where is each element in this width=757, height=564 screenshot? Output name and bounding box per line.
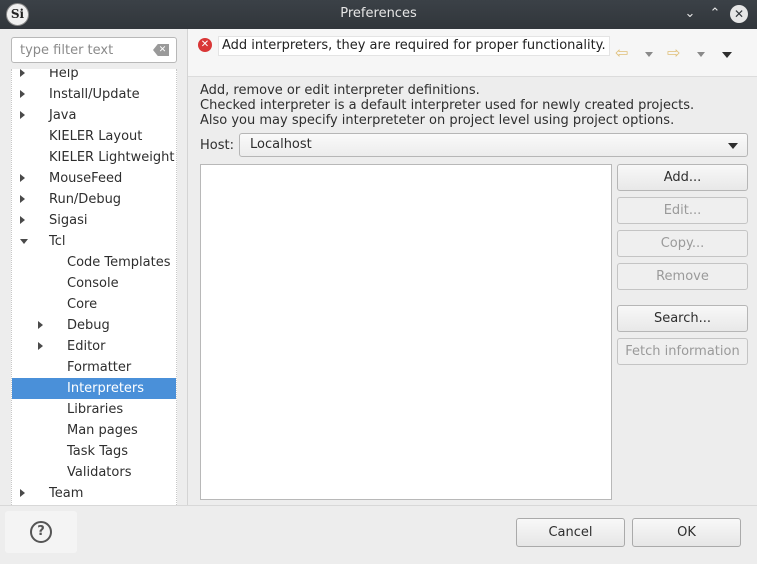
tree-item[interactable]: Libraries bbox=[12, 399, 176, 420]
back-arrow-icon[interactable]: ⇦ bbox=[615, 45, 628, 61]
title-bar: Si Preferences ⌄ ⌃ ✕ bbox=[0, 0, 757, 29]
tree-item-label: Formatter bbox=[67, 360, 132, 375]
host-label: Host: bbox=[200, 138, 234, 153]
preference-page: ✕ Add interpreters, they are required fo… bbox=[188, 29, 757, 505]
description-line: Checked interpreter is a default interpr… bbox=[200, 98, 695, 113]
search-button[interactable]: Search... bbox=[617, 305, 748, 332]
edit-button[interactable]: Edit... bbox=[617, 197, 748, 224]
tree-item-label: MouseFeed bbox=[49, 171, 123, 186]
forward-history-dropdown-icon[interactable] bbox=[697, 52, 705, 57]
tree-item-label: Tcl bbox=[49, 234, 66, 249]
tree-item-label: Debug bbox=[67, 318, 110, 333]
help-button[interactable]: ? bbox=[5, 511, 77, 553]
tree-item-label: Sigasi bbox=[49, 213, 88, 228]
tree-item[interactable]: KIELER Lightweight D bbox=[12, 147, 177, 168]
filter-input[interactable] bbox=[18, 39, 156, 61]
tree-item[interactable]: Core bbox=[12, 294, 176, 315]
tree-item-label: Man pages bbox=[67, 423, 138, 438]
help-icon: ? bbox=[30, 521, 52, 543]
fetch-information-button[interactable]: Fetch information bbox=[617, 338, 748, 365]
tree-item-label: Java bbox=[49, 108, 77, 123]
tree-item[interactable]: KIELER Layout bbox=[12, 126, 176, 147]
preference-tree: Help Install/Update Java KIELER Layout KIELE… bbox=[11, 69, 177, 505]
tree-item-label: Interpreters bbox=[67, 381, 145, 396]
message-area: ✕ Add interpreters, they are required fo… bbox=[188, 29, 757, 77]
error-icon: ✕ bbox=[198, 38, 212, 52]
tree-item[interactable]: Install/Update bbox=[12, 84, 176, 105]
tree-item-label: Task Tags bbox=[67, 444, 128, 459]
add-button[interactable]: Add... bbox=[617, 164, 748, 191]
chevron-right-icon[interactable] bbox=[20, 195, 25, 203]
forward-arrow-icon[interactable]: ⇨ bbox=[667, 45, 680, 61]
back-history-dropdown-icon[interactable] bbox=[645, 52, 653, 57]
tree-item-label: Code Templates bbox=[67, 255, 171, 270]
tree-item-label: Libraries bbox=[67, 402, 124, 417]
tree-item[interactable]: Man pages bbox=[12, 420, 176, 441]
chevron-right-icon[interactable] bbox=[20, 69, 25, 77]
error-message: Add interpreters, they are required for … bbox=[218, 36, 610, 56]
tree-item[interactable]: Validators bbox=[12, 462, 176, 483]
tree-item-label: Console bbox=[67, 276, 119, 291]
chevron-right-icon[interactable] bbox=[20, 111, 25, 119]
tree-item[interactable]: Code Templates bbox=[12, 252, 176, 273]
preferences-navigation: ✕ Help Install/Update Java KIELER Layout KIE… bbox=[0, 29, 188, 505]
tree-item-label: KIELER Lightweight D bbox=[49, 150, 177, 165]
view-menu-icon[interactable] bbox=[722, 52, 732, 58]
tree-item[interactable]: Task Tags bbox=[12, 441, 176, 462]
tree-item-label: Run/Debug bbox=[49, 192, 122, 207]
tree-item-label: Install/Update bbox=[49, 87, 140, 102]
tree-item[interactable]: MouseFeed bbox=[12, 168, 176, 189]
remove-button[interactable]: Remove bbox=[617, 263, 748, 290]
chevron-right-icon[interactable] bbox=[20, 90, 25, 98]
chevron-right-icon[interactable] bbox=[20, 174, 25, 182]
tree-item[interactable]: Sigasi bbox=[12, 210, 176, 231]
tree-item-label: KIELER Layout bbox=[49, 129, 143, 144]
tree-item-label: Validators bbox=[67, 465, 132, 480]
tree-item[interactable]: Help bbox=[12, 69, 176, 84]
ok-button[interactable]: OK bbox=[632, 518, 741, 547]
tree-item[interactable]: Debug bbox=[12, 315, 176, 336]
tree-item[interactable]: Formatter bbox=[12, 357, 176, 378]
chevron-right-icon[interactable] bbox=[20, 216, 25, 224]
chevron-right-icon[interactable] bbox=[20, 489, 25, 497]
chevron-right-icon[interactable] bbox=[38, 321, 43, 329]
tree-item[interactable]: Team bbox=[12, 483, 176, 504]
window-title: Preferences bbox=[340, 6, 417, 21]
description-line: Also you may specify interpreteter on pr… bbox=[200, 113, 675, 128]
tree-item-label: Editor bbox=[67, 339, 106, 354]
dialog-button-bar: ? Cancel OK bbox=[0, 505, 757, 564]
tree-item[interactable]: Editor bbox=[12, 336, 176, 357]
maximize-icon[interactable]: ⌃ bbox=[706, 5, 724, 23]
chevron-right-icon[interactable] bbox=[38, 342, 43, 350]
tree-item[interactable]: Tcl bbox=[12, 231, 176, 252]
chevron-down-icon[interactable] bbox=[20, 239, 28, 244]
tree-item-label: Help bbox=[49, 69, 79, 81]
cancel-button[interactable]: Cancel bbox=[516, 518, 625, 547]
tree-item[interactable]: Console bbox=[12, 273, 176, 294]
filter-field: ✕ bbox=[11, 37, 177, 63]
tree-item[interactable]: Java bbox=[12, 105, 176, 126]
tree-item[interactable]: Run/Debug bbox=[12, 189, 176, 210]
tree-item-label: Team bbox=[49, 486, 84, 501]
tree-item-label: Core bbox=[67, 297, 98, 312]
chevron-down-icon bbox=[728, 143, 738, 149]
host-select[interactable]: Localhost bbox=[239, 133, 748, 157]
host-value: Localhost bbox=[250, 137, 312, 152]
description-line: Add, remove or edit interpreter definiti… bbox=[200, 83, 480, 98]
minimize-icon[interactable]: ⌄ bbox=[681, 5, 699, 23]
interpreters-list[interactable] bbox=[200, 164, 612, 500]
copy-button[interactable]: Copy... bbox=[617, 230, 748, 257]
close-icon[interactable]: ✕ bbox=[730, 5, 748, 23]
tree-item[interactable]: Interpreters bbox=[12, 378, 176, 399]
